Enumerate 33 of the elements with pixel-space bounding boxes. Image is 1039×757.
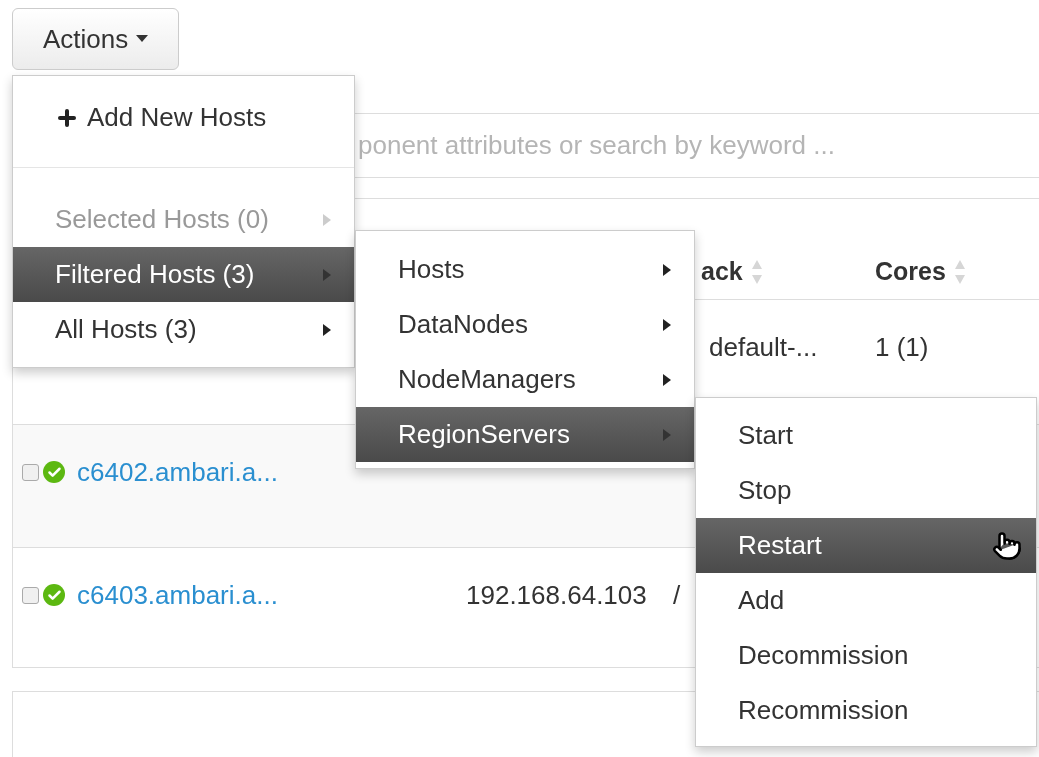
- sort-icon[interactable]: [750, 259, 763, 285]
- menu-item[interactable]: Hosts: [356, 242, 694, 297]
- menu-item[interactable]: NodeManagers: [356, 352, 694, 407]
- submenu-arrow-icon: [322, 267, 332, 282]
- menu-item[interactable]: Start: [696, 408, 1036, 463]
- ip-address: 192.168.64.103: [466, 578, 647, 612]
- rack-cell-text: default-...: [709, 330, 818, 364]
- sort-icon[interactable]: [953, 259, 966, 285]
- menu-item[interactable]: RegionServers: [356, 407, 694, 462]
- submenu-arrow-icon: [662, 427, 672, 442]
- column-header[interactable]: Cores: [875, 253, 946, 291]
- rack-cell-text: /: [673, 578, 681, 612]
- row-checkbox[interactable]: [22, 586, 39, 604]
- hand-cursor-icon: [992, 530, 1022, 561]
- host-link[interactable]: c6403.ambari.a...: [77, 575, 278, 615]
- cores-cell-text: 1 (1): [875, 330, 929, 364]
- row-checkbox[interactable]: [22, 463, 39, 481]
- menu-item[interactable]: DataNodes: [356, 297, 694, 352]
- submenu-arrow-icon: [662, 317, 672, 332]
- submenu-arrow-icon: [322, 322, 332, 337]
- submenu-arrow-icon: [662, 372, 672, 387]
- column-header[interactable]: ack: [701, 253, 743, 291]
- caret-icon: [136, 35, 149, 43]
- menu-item[interactable]: All Hosts (3): [13, 302, 354, 357]
- menu-item[interactable]: Stop: [696, 463, 1036, 518]
- menu-item[interactable]: Decommission: [696, 628, 1036, 683]
- menu-item[interactable]: Restart: [696, 518, 1036, 573]
- submenu-arrow-icon: [322, 212, 332, 227]
- actions-button[interactable]: Actions: [12, 8, 180, 70]
- menu-item[interactable]: Filtered Hosts (3): [13, 247, 354, 302]
- menu-item[interactable]: Recommission: [696, 683, 1036, 738]
- submenu-arrow-icon: [662, 262, 672, 277]
- menu-item[interactable]: Add: [696, 573, 1036, 628]
